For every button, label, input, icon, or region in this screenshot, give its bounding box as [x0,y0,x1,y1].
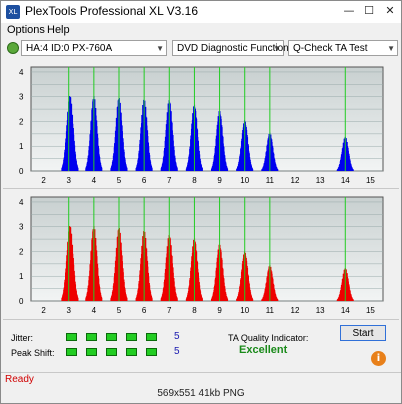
chevron-down-icon: ▼ [156,44,164,53]
menu-help[interactable]: Help [47,24,70,36]
title-bar: XL PlexTools Professional XL V3.16 — ☐ ✕ [1,1,401,23]
meter-segment [126,348,137,356]
meter-segment [86,333,97,341]
y-tick-label: 1 [19,142,24,151]
divider [3,188,399,189]
quality-value: Excellent [239,344,288,356]
x-tick-label: 15 [366,306,375,315]
test-select-value: Q-Check TA Test [293,43,368,54]
x-tick-label: 3 [66,176,71,185]
y-tick-label: 1 [19,272,24,281]
minimize-button[interactable]: — [340,3,358,19]
quality-label: TA Quality Indicator: [228,333,309,343]
y-tick-label: 3 [19,223,24,232]
x-tick-label: 9 [217,176,222,185]
chart-bottom: 432102 3 4 5 6 7 8 9 10 11 12 13 14 15 [19,196,384,315]
chevron-down-icon: ▼ [273,44,281,53]
meter-segment [66,348,77,356]
drive-icon [7,42,19,54]
x-tick-label: 13 [316,306,325,315]
meter-segment [126,333,137,341]
start-button[interactable]: Start [340,325,386,341]
x-tick-label: 7 [167,176,172,185]
y-tick-label: 4 [19,198,24,207]
x-tick-label: 11 [266,176,275,185]
app-icon: XL [6,5,20,19]
meter-segment [86,348,97,356]
meter-segment [146,348,157,356]
x-tick-label: 9 [217,306,222,315]
meter-segment [66,333,77,341]
x-tick-label: 4 [92,306,97,315]
image-caption: 569x551 41kb PNG [1,388,401,402]
x-tick-label: 13 [316,176,325,185]
drive-select[interactable]: HA:4 ID:0 PX-760A ▼ [21,40,167,56]
x-tick-label: 6 [142,306,147,315]
x-tick-label: 15 [366,176,375,185]
peak-shift-value: 5 [174,346,180,357]
app-window: XL PlexTools Professional XL V3.16 — ☐ ✕… [0,0,402,404]
x-tick-label: 5 [117,176,122,185]
x-tick-label: 10 [240,306,249,315]
jitter-label: Jitter: [11,333,34,343]
x-tick-label: 6 [142,176,147,185]
x-tick-label: 12 [291,306,300,315]
maximize-button[interactable]: ☐ [360,3,378,19]
menu-options[interactable]: Options [7,24,45,36]
info-icon[interactable]: i [371,351,386,366]
menu-bar: Options Help [1,23,401,38]
x-tick-label: 2 [41,306,46,315]
y-tick-label: 0 [19,167,24,176]
window-title: PlexTools Professional XL V3.16 [25,4,198,18]
meter-segment [146,333,157,341]
toolbar: HA:4 ID:0 PX-760A ▼ DVD Diagnostic Funct… [1,38,401,60]
meter-segment [106,348,117,356]
close-button[interactable]: ✕ [381,3,399,19]
meter-segment [106,333,117,341]
status-text: Ready [5,374,34,385]
x-tick-label: 2 [41,176,46,185]
function-select[interactable]: DVD Diagnostic Functions ▼ [172,40,294,56]
x-tick-label: 4 [92,176,97,185]
x-tick-label: 5 [117,306,122,315]
chart-top: 432102 3 4 5 6 7 8 9 10 11 12 13 14 15 [19,66,384,185]
x-tick-label: 8 [192,176,197,185]
drive-select-value: HA:4 ID:0 PX-760A [26,43,113,54]
x-tick-label: 14 [341,306,350,315]
y-tick-label: 3 [19,93,24,102]
y-tick-label: 2 [19,247,24,256]
x-tick-label: 10 [240,176,249,185]
jitter-value: 5 [174,331,180,342]
plot-area [30,196,384,302]
y-tick-label: 4 [19,68,24,77]
x-tick-label: 12 [291,176,300,185]
x-tick-label: 3 [66,306,71,315]
plot-area [30,66,384,172]
peak-shift-label: Peak Shift: [11,348,55,358]
y-tick-label: 0 [19,297,24,306]
chevron-down-icon: ▼ [387,44,395,53]
divider [3,319,399,320]
x-tick-label: 14 [341,176,350,185]
y-tick-label: 2 [19,117,24,126]
x-tick-label: 8 [192,306,197,315]
test-select[interactable]: Q-Check TA Test ▼ [288,40,398,56]
status-bar: Ready [1,372,401,387]
x-tick-label: 7 [167,306,172,315]
x-tick-label: 11 [266,306,275,315]
